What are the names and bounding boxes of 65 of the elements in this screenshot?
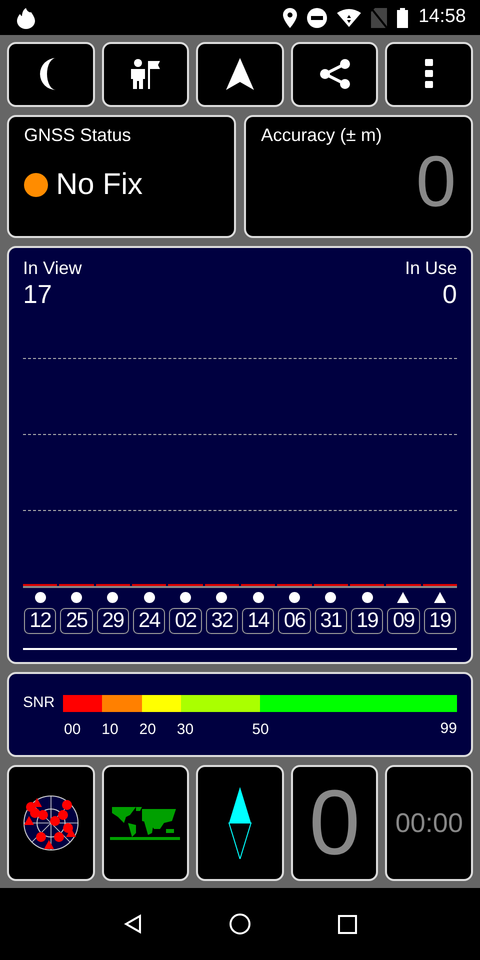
timer-tile[interactable]: 00:00: [385, 764, 473, 881]
person-flag-icon: [128, 57, 162, 92]
satellite-id: 19: [424, 608, 456, 634]
back-icon[interactable]: [124, 914, 142, 934]
scale-label: 10: [102, 721, 118, 738]
signal-bar: [386, 584, 421, 586]
satellite-id: 09: [387, 608, 420, 634]
in-use-count: 0: [442, 280, 457, 308]
satellite-id: 25: [60, 608, 93, 634]
in-view-label: In View: [23, 258, 82, 280]
home-icon[interactable]: [228, 913, 250, 935]
world-map-tile[interactable]: [102, 764, 190, 881]
signal-bar: [277, 584, 312, 586]
signal-bar: [422, 584, 457, 586]
satellite-id: 24: [132, 608, 166, 634]
signal-bar: [314, 584, 348, 586]
card-title: GNSS Status: [24, 124, 132, 146]
flame-icon: [16, 6, 36, 28]
accuracy-value: 0: [416, 146, 456, 218]
signal-bar: [240, 584, 276, 586]
scale-label: 20: [139, 721, 156, 738]
satellite-id: 32: [206, 608, 238, 634]
recents-icon[interactable]: [338, 914, 356, 934]
sky-plot-drawing: [22, 794, 79, 851]
satellite-id: 02: [169, 608, 202, 634]
location-pin-icon: [283, 8, 298, 28]
clock-time: 14:58: [418, 5, 466, 30]
signal-bar: [350, 584, 384, 586]
scale-label: 00: [64, 721, 81, 738]
satellites-used-tile[interactable]: 0: [290, 764, 378, 881]
moon-button[interactable]: [7, 42, 95, 107]
no-sim-icon: [371, 8, 388, 28]
snr-label: SNR: [23, 692, 55, 713]
world-map-drawing: [110, 804, 180, 841]
compass-tile[interactable]: [196, 764, 284, 881]
signal-bar: [59, 584, 94, 586]
person-flag-button[interactable]: [102, 42, 190, 107]
satellite-id: 06: [278, 608, 311, 634]
signal-bar: [132, 584, 166, 586]
navigation-arrow-button[interactable]: [196, 42, 284, 107]
signal-bar: [204, 584, 239, 586]
scale-label: 50: [252, 721, 269, 738]
wifi-icon: [337, 8, 362, 26]
card-title: Accuracy (± m): [261, 124, 383, 146]
scale-label: 99: [440, 719, 457, 740]
sky-plot-tile[interactable]: [7, 764, 95, 881]
navigation-arrow-icon: [226, 58, 254, 90]
satellite-id: 19: [350, 608, 384, 634]
more-button[interactable]: [385, 42, 473, 107]
satellite-id: 31: [314, 608, 347, 634]
in-view-count: 17: [23, 280, 52, 308]
signal-bar: [23, 584, 58, 586]
in-use-label: In Use: [404, 258, 457, 280]
signal-bar: [168, 584, 203, 586]
scale-label: 30: [176, 721, 194, 738]
signal-bar: [96, 584, 130, 586]
do-not-disturb-icon: [307, 8, 328, 28]
satellite-id: 29: [96, 608, 129, 634]
more-icon: [425, 59, 434, 90]
satellite-id: 14: [242, 608, 274, 634]
satellite-id: 12: [24, 608, 56, 634]
battery-icon: [397, 8, 408, 28]
fix-status: No Fix: [56, 167, 143, 204]
share-button[interactable]: [290, 42, 378, 107]
share-icon: [318, 58, 351, 90]
